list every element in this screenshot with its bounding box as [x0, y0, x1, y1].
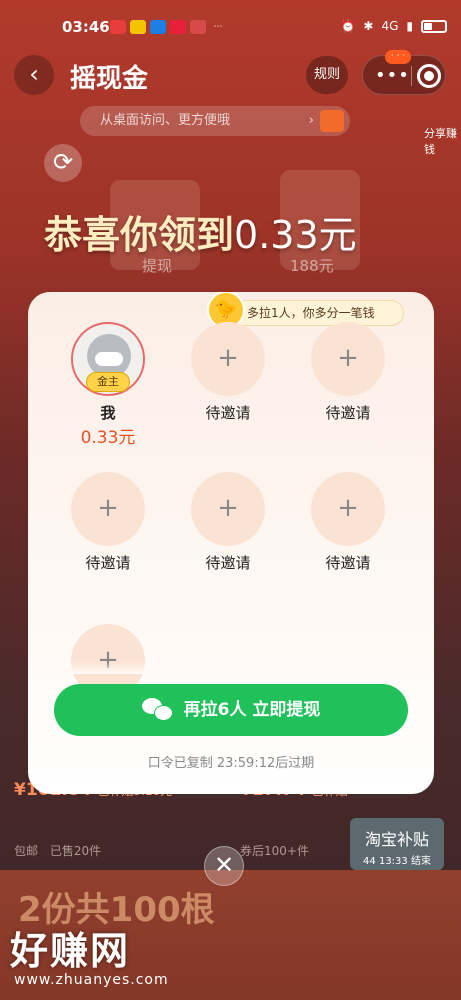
slot-invite[interactable]: + 待邀请: [168, 472, 288, 573]
tip-text: 多拉1人，你多分一笔钱: [247, 306, 375, 320]
app-icon: [130, 20, 146, 34]
headline-amount: 0.33元: [234, 213, 357, 257]
back-button[interactable]: ‹: [14, 55, 54, 95]
scroll-fade: [28, 662, 434, 674]
close-modal-button[interactable]: ✕: [204, 846, 244, 886]
slot-me: 金主 我 0.33元: [48, 322, 168, 448]
owner-badge: 金主: [86, 372, 130, 392]
taobao-tag-label: 淘宝补贴: [364, 830, 429, 849]
refresh-button[interactable]: ⟳: [44, 144, 82, 182]
app-logo-icon: [320, 110, 344, 132]
slot-name: 我: [100, 404, 116, 422]
plus-icon: +: [71, 472, 145, 546]
system-indicators: ⏰ ✱ 4G ▮: [340, 19, 447, 33]
bg-product-right-meta: 券后100+件: [240, 844, 309, 858]
bg-product-left-meta: 包邮 已售20件: [14, 842, 101, 859]
app-icon: [170, 20, 186, 34]
plus-icon: +: [191, 472, 265, 546]
slot-name: 待邀请: [325, 404, 371, 422]
taobao-tag-timer: 44 13:33 结束: [363, 856, 431, 867]
meta-shipping: 包邮: [14, 844, 39, 858]
share-earn-tag[interactable]: 分享赚钱: [424, 125, 461, 157]
slot-invite[interactable]: + 待邀请: [168, 322, 288, 423]
desk-banner-lead: 从: [100, 113, 114, 128]
close-miniapp-button[interactable]: [417, 64, 441, 88]
add-to-desktop-banner[interactable]: 从桌面访问、更方便哦 ›: [80, 106, 350, 136]
plus-icon: +: [311, 472, 385, 546]
chevron-right-icon: ›: [308, 113, 314, 128]
slot-name: 待邀请: [205, 404, 251, 422]
more-options-button[interactable]: •••: [375, 65, 410, 86]
desk-banner-text: 桌面访问、更方便哦: [113, 113, 231, 128]
invite-withdraw-button[interactable]: 再拉6人 立即提现: [54, 684, 408, 736]
capsule-divider: [411, 66, 412, 86]
app-icon: [150, 20, 166, 34]
status-bar: 03:46 ⋯ ⏰ ✱ 4G ▮: [0, 0, 461, 48]
cta-label: 再拉6人 立即提现: [183, 700, 321, 720]
slot-name: 待邀请: [205, 554, 251, 572]
plus-icon: +: [191, 322, 265, 396]
meta-sold: 已售20件: [49, 844, 102, 858]
status-time: 03:46: [62, 18, 110, 36]
notification-badge: · · ·: [385, 50, 411, 64]
watermark-logo: 好赚网: [10, 929, 131, 973]
plus-icon: +: [311, 322, 385, 396]
bluetooth-icon: ✱: [363, 19, 374, 33]
battery-icon: [421, 19, 447, 33]
slot-invite[interactable]: + 待邀请: [48, 472, 168, 573]
signal-icon: ▮: [406, 19, 413, 33]
slot-invite[interactable]: + 待邀请: [288, 472, 408, 573]
slot-name: 待邀请: [85, 554, 131, 572]
reward-headline: 恭喜你领到0.33元: [44, 204, 424, 259]
slot-invite[interactable]: + 待邀请: [288, 322, 408, 423]
chevron-left-icon: ‹: [29, 60, 39, 88]
app-icon: [110, 20, 126, 34]
rules-button[interactable]: 规则: [306, 56, 348, 94]
invite-modal: 🐤 多拉1人，你多分一笔钱 金主 我 0.33元 + 待邀请 + 待邀请 + 待…: [28, 292, 434, 794]
slot-name: 待邀请: [325, 554, 371, 572]
close-icon: ✕: [213, 851, 235, 879]
app-icon: [190, 20, 206, 34]
alarm-icon: ⏰: [340, 19, 356, 33]
refresh-icon: ⟳: [52, 148, 74, 176]
network-type: 4G: [381, 19, 399, 33]
miniapp-capsule: · · · •••: [362, 50, 446, 95]
taobao-subsidy-tag[interactable]: 淘宝补贴 44 13:33 结束: [350, 818, 444, 870]
expire-note: 口令已复制 23:59:12后过期: [147, 756, 315, 771]
watermark-url: www.zhuanyes.com: [14, 972, 169, 988]
notification-icons: ⋯: [110, 20, 226, 34]
slot-reward: 0.33元: [80, 428, 136, 448]
more-notifications-icon: ⋯: [213, 22, 223, 32]
headline-lead: 恭喜你领到: [44, 213, 235, 257]
page-title: 摇现金: [70, 64, 149, 94]
wechat-icon: [141, 697, 173, 721]
